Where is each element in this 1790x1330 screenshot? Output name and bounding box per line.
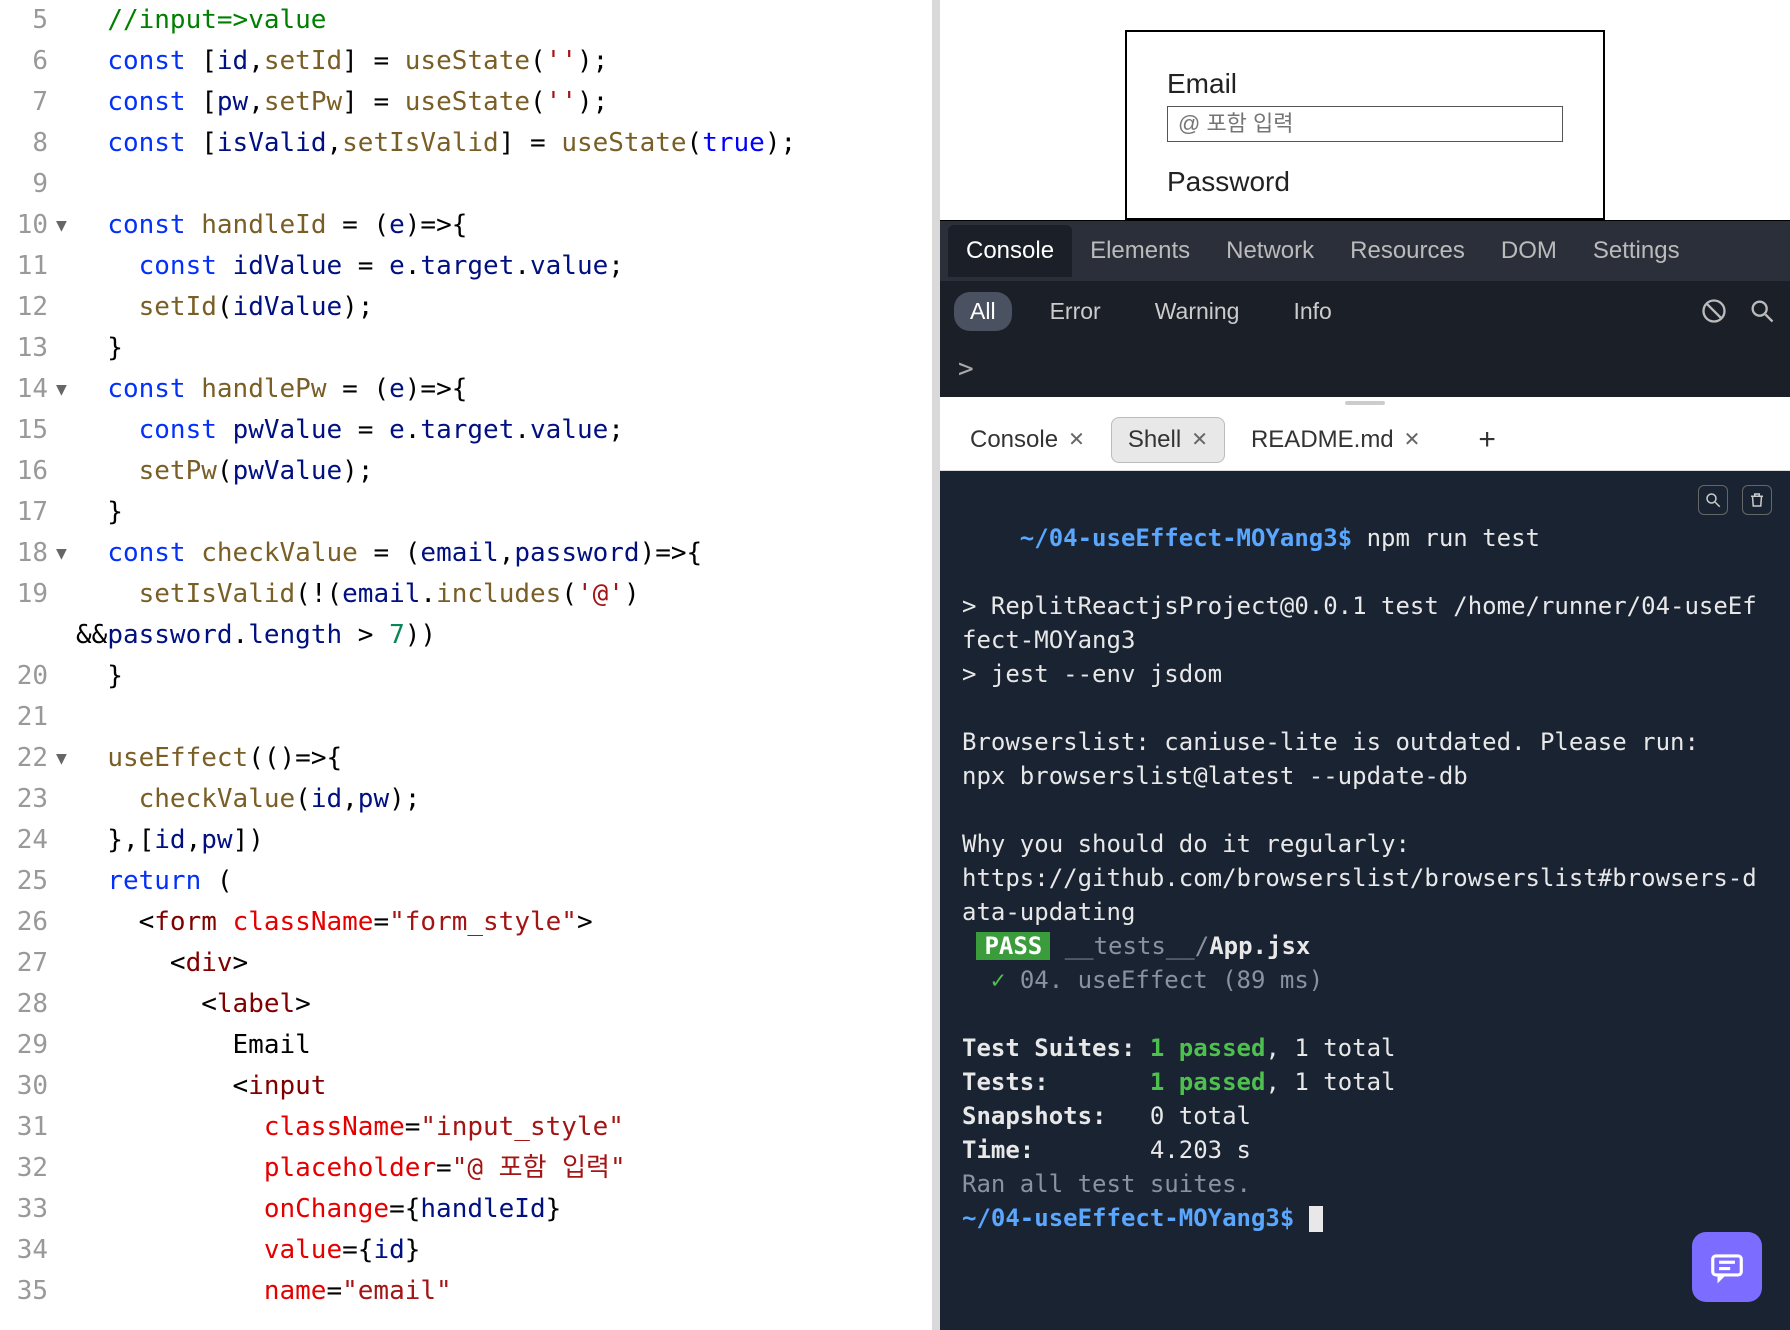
code-line[interactable]: 23 checkValue(id,pw); <box>0 779 940 820</box>
code-line[interactable]: 27 <div> <box>0 943 940 984</box>
filter-info[interactable]: Info <box>1277 292 1347 331</box>
devtools-panel: Console Elements Network Resources DOM S… <box>940 220 1790 397</box>
code-line[interactable]: 29 Email <box>0 1025 940 1066</box>
code-line[interactable]: 7 const [pw,setPw] = useState(''); <box>0 82 940 123</box>
terminal-trash-icon[interactable] <box>1742 485 1772 515</box>
tab-readme[interactable]: README.md✕ <box>1235 418 1436 462</box>
code-line[interactable]: 14▼ const handlePw = (e)=>{ <box>0 369 940 410</box>
code-line[interactable]: 30 <input <box>0 1066 940 1107</box>
tab-console[interactable]: Console <box>948 225 1072 277</box>
tab-console-lower[interactable]: Console✕ <box>954 418 1101 462</box>
code-line[interactable]: 8 const [isValid,setIsValid] = useState(… <box>0 123 940 164</box>
terminal-output[interactable]: ~/04-useEffect-MOYang3$ npm run test > R… <box>940 471 1790 1330</box>
chat-button[interactable] <box>1692 1232 1762 1302</box>
code-line-wrap[interactable]: &&password.length > 7)) <box>0 615 940 656</box>
code-line[interactable]: 28 <label> <box>0 984 940 1025</box>
console-prompt[interactable]: > <box>940 341 1790 397</box>
add-tab-button[interactable]: + <box>1466 419 1508 461</box>
code-line[interactable]: 22▼ useEffect(()=>{ <box>0 738 940 779</box>
tab-network[interactable]: Network <box>1208 225 1332 277</box>
code-line[interactable]: 31 className="input_style" <box>0 1107 940 1148</box>
code-line[interactable]: 34 value={id} <box>0 1230 940 1271</box>
terminal-search-icon[interactable] <box>1698 485 1728 515</box>
code-line[interactable]: 6 const [id,setId] = useState(''); <box>0 41 940 82</box>
code-line[interactable]: 33 onChange={handleId} <box>0 1189 940 1230</box>
code-editor[interactable]: 5 //input=>value6 const [id,setId] = use… <box>0 0 940 1330</box>
email-label: Email <box>1167 68 1563 100</box>
email-field[interactable] <box>1167 106 1563 142</box>
terminal-command: npm run test <box>1367 524 1540 552</box>
code-line[interactable]: 16 setPw(pwValue); <box>0 451 940 492</box>
test-pass-badge: PASS <box>976 932 1050 960</box>
filter-warning[interactable]: Warning <box>1139 292 1256 331</box>
code-line[interactable]: 5 //input=>value <box>0 0 940 41</box>
code-line[interactable]: 15 const pwValue = e.target.value; <box>0 410 940 451</box>
password-label: Password <box>1167 166 1563 198</box>
terminal-cwd: ~/04-useEffect-MOYang3 <box>1020 524 1338 552</box>
clear-console-icon[interactable] <box>1700 297 1728 325</box>
search-icon[interactable] <box>1748 297 1776 325</box>
tab-elements[interactable]: Elements <box>1072 225 1208 277</box>
code-line[interactable]: 35 name="email" <box>0 1271 940 1312</box>
code-line[interactable]: 13 } <box>0 328 940 369</box>
devtools-tab-bar: Console Elements Network Resources DOM S… <box>940 221 1790 281</box>
preview-pane: Email Password <box>940 0 1790 220</box>
code-line[interactable]: 32 placeholder="@ 포함 입력" <box>0 1148 940 1189</box>
code-line[interactable]: 10▼ const handleId = (e)=>{ <box>0 205 940 246</box>
code-line[interactable]: 12 setId(idValue); <box>0 287 940 328</box>
login-form: Email Password <box>1125 30 1605 220</box>
code-line[interactable]: 26 <form className="form_style"> <box>0 902 940 943</box>
close-icon[interactable]: ✕ <box>1191 427 1208 452</box>
filter-all[interactable]: All <box>954 292 1012 331</box>
right-pane: Email Password Console Elements Network … <box>940 0 1790 1330</box>
code-line[interactable]: 18▼ const checkValue = (email,password)=… <box>0 533 940 574</box>
tab-dom[interactable]: DOM <box>1483 225 1575 277</box>
resize-handle[interactable] <box>940 397 1790 409</box>
tab-shell[interactable]: Shell✕ <box>1111 417 1225 463</box>
tab-settings[interactable]: Settings <box>1575 225 1698 277</box>
terminal-cursor <box>1309 1206 1323 1232</box>
code-line[interactable]: 17 } <box>0 492 940 533</box>
code-line[interactable]: 11 const idValue = e.target.value; <box>0 246 940 287</box>
code-line[interactable]: 20 } <box>0 656 940 697</box>
code-line[interactable]: 25 return ( <box>0 861 940 902</box>
code-line[interactable]: 24 },[id,pw]) <box>0 820 940 861</box>
close-icon[interactable]: ✕ <box>1404 427 1421 452</box>
code-line[interactable]: 19 setIsValid(!(email.includes('@') <box>0 574 940 615</box>
tab-resources[interactable]: Resources <box>1332 225 1483 277</box>
close-icon[interactable]: ✕ <box>1068 427 1085 452</box>
code-line[interactable]: 21 <box>0 697 940 738</box>
console-filter-bar: All Error Warning Info <box>940 281 1790 341</box>
filter-error[interactable]: Error <box>1034 292 1117 331</box>
code-line[interactable]: 9 <box>0 164 940 205</box>
bottom-tab-bar: Console✕ Shell✕ README.md✕ + <box>940 409 1790 471</box>
